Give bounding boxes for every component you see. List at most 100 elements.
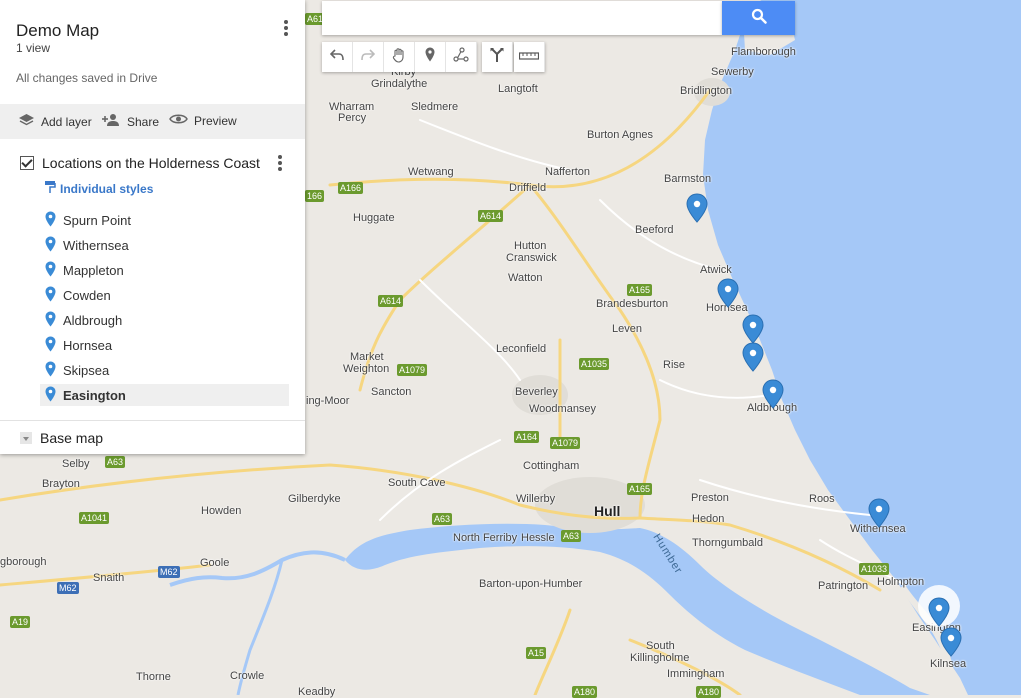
place-label: Leven [612,323,642,335]
layer-item-label: Aldbrough [63,312,123,328]
place-label: Howden [201,505,242,517]
place-label: Leconfield [496,343,547,355]
measure-button[interactable] [514,42,545,72]
place-label: Barmston [664,173,712,185]
undo-button[interactable] [322,42,353,72]
road-shield: A165 [627,483,653,495]
styles-link[interactable]: Individual styles [44,180,153,197]
place-label: Patrington [818,580,869,592]
road-shield: A63 [105,456,126,468]
layer-item-label: Hornsea [63,337,113,353]
place-label: Wetwang [408,166,454,178]
layer-item[interactable]: Spurn Point [40,209,289,231]
map-marker[interactable] [717,278,739,308]
layer-title[interactable]: Locations on the Holderness Coast [42,155,260,171]
layers-icon [18,113,35,130]
share-button[interactable]: Share [101,113,159,130]
road-shield: A19 [10,616,31,628]
place-label: Watton [508,272,543,284]
search-icon [751,8,767,29]
divider [0,420,305,421]
place-label: Sledmere [411,101,459,113]
map-marker[interactable] [762,379,784,409]
place-label: Keadby [298,686,336,698]
road-shield: A164 [514,431,540,443]
share-label: Share [127,114,160,129]
place-label: gborough [0,556,47,568]
add-person-icon [101,113,121,130]
place-label: Driffield [509,182,547,194]
search-button[interactable] [722,1,795,35]
save-status: All changes saved in Drive [16,71,158,85]
layer-item-label: Mappleton [63,262,124,278]
road-shield: A614 [478,210,504,222]
place-label: Holmpton [877,576,925,588]
place-label: Beverley [515,386,558,398]
place-label: Roos [809,493,835,505]
layer-item[interactable]: Withernsea [40,234,289,256]
layer-item[interactable]: Mappleton [40,259,289,281]
road-shield: 166 [305,190,325,202]
place-label: Bridlington [680,85,732,97]
road-shield: A166 [338,182,364,194]
place-label: Gilberdyke [288,493,341,505]
road-shield: A165 [627,284,653,296]
place-label: Willerby [516,493,556,505]
layer-item-selected[interactable]: Easington [40,384,289,406]
map-options-icon[interactable] [284,20,288,36]
place-label: Market [350,351,384,363]
layer-item-label: Withernsea [63,237,129,253]
add-layer-label: Add layer [41,114,92,129]
place-label: Hessle [521,532,555,544]
place-label: Immingham [667,668,725,680]
directions-icon [490,47,504,68]
layer-item[interactable]: Skipsea [40,359,289,381]
road-shield: M62 [158,566,180,578]
map-marker[interactable] [686,193,708,223]
marker-icon [45,236,56,255]
map-marker[interactable] [940,627,962,657]
map-marker[interactable] [868,498,890,528]
draw-line-button[interactable] [446,42,477,72]
place-label: Hutton [514,240,547,252]
marker-icon [45,286,56,305]
layers-panel: Demo Map 1 view All changes saved in Dri… [0,0,305,454]
redo-icon [361,48,376,66]
place-label: Crowle [230,670,265,682]
marker-icon [45,261,56,280]
place-label: Hull [594,503,621,519]
place-label: Atwick [700,264,732,276]
layer-item[interactable]: Aldbrough [40,309,289,331]
place-label: Flamborough [731,46,796,58]
place-label: Barton-upon-Humber [479,578,583,590]
map-marker-selected[interactable] [918,585,960,627]
map-toolbar [322,42,477,72]
layer-header[interactable]: Locations on the Holderness Coast [20,155,260,171]
layer-item-label: Easington [63,387,126,403]
base-map-toggle[interactable]: Base map [20,430,103,446]
directions-button[interactable] [482,42,513,72]
marker-icon [425,47,435,67]
preview-button[interactable]: Preview [169,113,237,128]
map-title[interactable]: Demo Map [16,21,99,41]
redo-button[interactable] [353,42,384,72]
layer-options-icon[interactable] [278,155,282,171]
place-label: Killingholme [630,652,690,664]
place-label: Kilnsea [930,658,967,670]
search-input[interactable] [322,1,722,35]
line-icon [453,46,469,68]
map-marker[interactable] [742,342,764,372]
marker-icon [45,311,56,330]
place-label: North Ferriby [453,532,518,544]
map-marker[interactable] [742,314,764,344]
add-layer-button[interactable]: Add layer [18,113,92,130]
styles-label: Individual styles [60,181,154,196]
layer-item[interactable]: Hornsea [40,334,289,356]
select-hand-button[interactable] [384,42,415,72]
layer-item[interactable]: Cowden [40,284,289,306]
preview-label: Preview [194,113,237,128]
layer-item-label: Cowden [63,287,111,303]
layer-item-label: Skipsea [63,362,110,378]
add-marker-button[interactable] [415,42,446,72]
layer-visibility-checkbox[interactable] [20,156,34,170]
